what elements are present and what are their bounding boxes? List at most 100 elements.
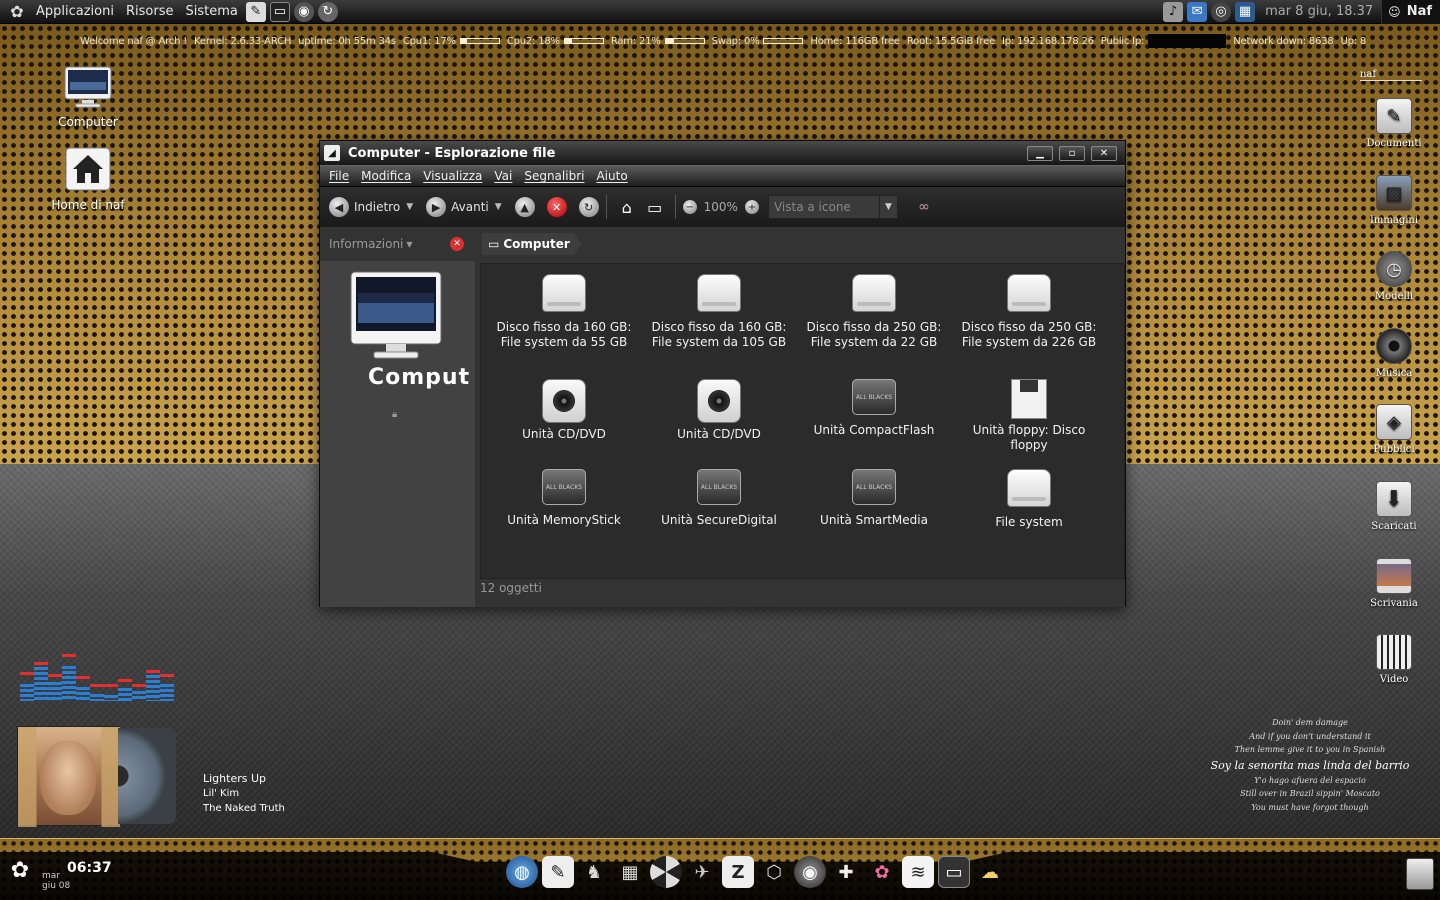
forward-button-label[interactable]: Avanti	[451, 200, 489, 214]
spectrum-bar	[104, 695, 118, 701]
menu-modifica[interactable]: Modifica	[358, 169, 414, 183]
panel-clock[interactable]: mar 8 giu, 18.37	[1257, 4, 1381, 19]
back-history-dropdown-icon[interactable]: ▼	[406, 202, 413, 212]
stop-icon[interactable]: ✕	[545, 196, 568, 218]
terminal-logo-icon[interactable]: ≋	[902, 856, 934, 888]
desktop-folder-scaricati[interactable]: ⬇ Scaricati	[1360, 481, 1428, 532]
virtualbox-cube-icon[interactable]: ⬡	[758, 856, 790, 888]
cd-disc-icon	[118, 728, 176, 824]
maximize-button[interactable]: ▫	[1059, 145, 1085, 161]
document-icon: ✎	[1376, 98, 1412, 134]
gift-icon[interactable]: ✚	[830, 856, 862, 888]
zoom-out-icon[interactable]: −	[681, 199, 698, 215]
gnome-foot-icon[interactable]: ✿	[6, 1, 28, 23]
browser-globe-icon[interactable]: ◍	[506, 856, 538, 888]
path-button-computer[interactable]: ▭ Computer	[482, 233, 582, 255]
desktop-folder-immagini[interactable]: ▨ Immagini	[1360, 175, 1428, 226]
desktop-folder-pubblici[interactable]: ◈ Pubblici	[1360, 404, 1428, 455]
file-item[interactable]: Disco fisso da 250 GB: File system da 22…	[799, 274, 949, 350]
sidebar-title: Comput	[368, 365, 471, 390]
menu-aiuto[interactable]: Aiuto	[593, 169, 630, 183]
forward-arrow-icon[interactable]: ▶	[425, 196, 448, 218]
launcher-text-editor-icon[interactable]: ✎	[245, 1, 266, 22]
back-button-label[interactable]: Indietro	[354, 200, 400, 214]
menu-sistema[interactable]: Sistema	[179, 4, 243, 19]
filezilla-icon[interactable]: Z	[722, 856, 754, 888]
card-drive-icon: ALL BLACKS	[852, 469, 896, 505]
media-burner-icon[interactable]	[650, 856, 682, 888]
menu-risorse[interactable]: Risorse	[120, 4, 180, 19]
flower-icon[interactable]: ✿	[866, 856, 898, 888]
video-icon	[1376, 634, 1412, 670]
conky-welcome: Welcome naf @ Arch !	[80, 36, 188, 47]
public-ip-redaction	[1148, 34, 1227, 48]
desktop-folder-documenti[interactable]: ✎ Documenti	[1360, 98, 1428, 149]
hdd-drive-icon	[1007, 469, 1051, 507]
file-manager-window: ◢ Computer - Esplorazione file ▁ ▫ ✕ Fil…	[319, 140, 1126, 607]
sidebar-close-icon[interactable]: ✕	[450, 237, 464, 251]
menu-segnalibri[interactable]: Segnalibri	[521, 169, 587, 183]
reload-icon[interactable]: ↻	[577, 196, 600, 218]
menu-visualizza[interactable]: Visualizza	[420, 169, 485, 183]
desktop-folder-musica[interactable]: Musica	[1360, 328, 1428, 379]
pictures-icon: ▨	[1376, 175, 1412, 211]
conky-cpu1: Cpu1: 17%	[402, 36, 456, 47]
file-item[interactable]: ALL BLACKS Unità SecureDigital	[644, 469, 794, 528]
menu-vai[interactable]: Vai	[491, 169, 515, 183]
file-item[interactable]: Disco fisso da 250 GB: File system da 22…	[954, 274, 1104, 350]
minimize-button[interactable]: ▁	[1027, 145, 1053, 161]
launcher-terminal-icon[interactable]: ▭	[269, 1, 290, 22]
desktop-folder-video[interactable]: Video	[1360, 634, 1428, 685]
desktop-folder-scrivania[interactable]: Scrivania	[1360, 558, 1428, 609]
window-titlebar[interactable]: ◢ Computer - Esplorazione file ▁ ▫ ✕	[320, 141, 1125, 165]
zoom-level[interactable]: 100%	[704, 200, 738, 214]
menu-file[interactable]: File	[326, 169, 352, 183]
pidgin-bird-icon[interactable]: ✈	[686, 856, 718, 888]
folder-label: Modelli	[1374, 291, 1414, 302]
network-icon[interactable]: ◎	[1211, 1, 1232, 22]
search-binoculars-icon[interactable]: ∞	[912, 196, 936, 218]
toolbar-separator	[674, 195, 676, 219]
tux-icon[interactable]: ♞	[578, 856, 610, 888]
speaker-icon[interactable]: ♪	[1163, 1, 1184, 22]
view-mode-select[interactable]: Vista a icone ▼	[767, 195, 898, 219]
trash-icon[interactable]	[1406, 858, 1434, 890]
file-item[interactable]: Disco fisso da 160 GB: File system da 55…	[489, 274, 639, 350]
file-item[interactable]: Unità CD/DVD	[644, 379, 794, 442]
file-item[interactable]: ALL BLACKS Unità SmartMedia	[799, 469, 949, 528]
cd-drive-icon	[697, 379, 741, 423]
launcher-browser-icon[interactable]: ◉	[293, 1, 314, 22]
hdd-drive-icon	[852, 274, 896, 312]
file-item[interactable]: File system	[954, 469, 1104, 530]
user-switcher[interactable]: ☺ Naf	[1381, 0, 1440, 24]
text-editor-icon[interactable]: ✎	[542, 856, 574, 888]
weather-icon[interactable]: ☁	[974, 856, 1006, 888]
desktop-icon-computer[interactable]: Computer	[48, 66, 128, 129]
music-player-icon[interactable]: ◉	[794, 856, 826, 888]
file-item[interactable]: Unità floppy: Disco floppy	[954, 379, 1104, 453]
computer-icon[interactable]: ▭	[643, 196, 667, 218]
monitor-icon[interactable]: ▭	[938, 856, 970, 888]
file-item[interactable]: ALL BLACKS Unità MemoryStick	[489, 469, 639, 528]
lyrics-current-line: Soy la senorita mas linda del barrio	[1210, 758, 1410, 772]
zoom-in-icon[interactable]: +	[743, 199, 760, 215]
forward-history-dropdown-icon[interactable]: ▼	[495, 202, 502, 212]
file-item[interactable]: Disco fisso da 160 GB: File system da 10…	[644, 274, 794, 350]
home-icon[interactable]: ⌂	[615, 196, 639, 218]
close-button[interactable]: ✕	[1091, 145, 1117, 161]
up-icon[interactable]: ▲	[513, 196, 536, 218]
desktop-icon-home[interactable]: Home di naf	[44, 147, 132, 212]
movie-clapper-icon[interactable]: ▦	[614, 856, 646, 888]
launcher-update-icon[interactable]: ↻	[317, 1, 338, 22]
folder-label: Scrivania	[1370, 598, 1418, 609]
file-item[interactable]: Unità CD/DVD	[489, 379, 639, 442]
gnome-foot-icon[interactable]: ✿	[6, 858, 34, 886]
desktop-folder-modelli[interactable]: ◷ Modelli	[1360, 251, 1428, 302]
chat-icon[interactable]: ✉	[1187, 1, 1208, 22]
update-notifier-icon[interactable]: ▦	[1235, 1, 1256, 22]
menu-applicazioni[interactable]: Applicazioni	[30, 4, 120, 19]
file-item[interactable]: ALL BLACKS Unità CompactFlash	[799, 379, 949, 438]
folder-label: Immagini	[1369, 215, 1419, 226]
back-arrow-icon[interactable]: ◀	[328, 196, 350, 218]
desktop-icon-computer-label: Computer	[58, 115, 118, 129]
